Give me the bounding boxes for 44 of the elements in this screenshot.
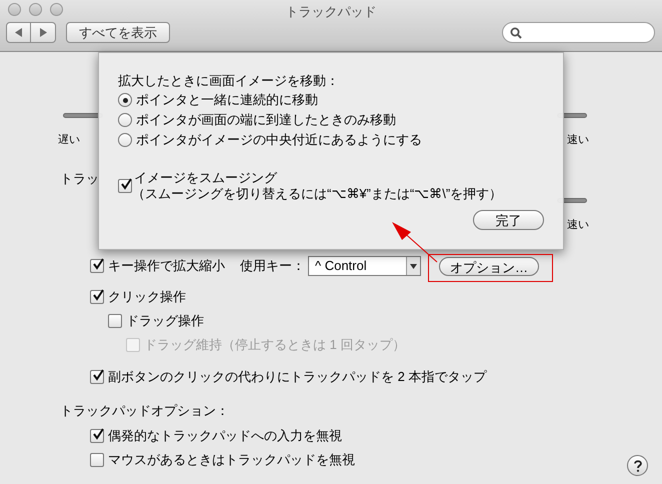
radio-button[interactable] — [118, 93, 132, 107]
shortcut-hint: （スムージングを切り替えるには“⌥⌘¥”または“⌥⌘\”を押す） — [132, 186, 502, 202]
fast-label: 速い — [567, 133, 589, 148]
checkbox[interactable] — [90, 370, 104, 384]
options-button[interactable]: オプション… — [439, 256, 539, 276]
search-field[interactable] — [502, 22, 655, 43]
checkbox[interactable] — [90, 429, 104, 443]
checkbox-label: ドラッグ操作 — [126, 312, 204, 330]
forward-button[interactable] — [31, 22, 56, 43]
checkbox[interactable] — [90, 453, 104, 467]
checkbox[interactable] — [90, 290, 104, 304]
annotation-arrow — [391, 220, 439, 264]
dropdown-arrow-icon — [410, 264, 417, 268]
done-button[interactable]: 完了 — [473, 210, 544, 230]
radio-label: ポインタが画面の端に到達したときのみ移動 — [136, 111, 396, 130]
radio-label: ポインタがイメージの中央付近にあるようにする — [136, 131, 422, 150]
checkbox-label: イメージをスムージング — [134, 170, 278, 186]
radio-button[interactable] — [118, 133, 132, 147]
section-heading: トラックパッドオプション： — [60, 402, 229, 420]
section-heading: トラッ — [60, 170, 99, 186]
checkbox-label: 副ボタンのクリックの代わりにトラックパッドを 2 本指でタップ — [108, 368, 486, 386]
fast-label: 速い — [567, 218, 589, 233]
checkbox-label: クリック操作 — [108, 288, 186, 306]
checkbox[interactable] — [118, 179, 132, 193]
checkbox[interactable] — [108, 314, 122, 328]
search-icon — [510, 26, 522, 38]
checkbox-label: 偶発的なトラックパッドへの入力を無視 — [108, 427, 342, 446]
right-triangle-icon — [39, 28, 47, 37]
sheet-heading: 拡大したときに画面イメージを移動： — [118, 72, 340, 90]
help-button[interactable] — [627, 455, 648, 476]
checkbox-label: キー操作で拡大縮小 — [108, 257, 226, 276]
slow-label: 遅い — [58, 133, 80, 148]
key-label: 使用キー： — [240, 257, 304, 276]
back-button[interactable] — [6, 22, 31, 43]
checkbox[interactable] — [90, 259, 104, 273]
radio-button[interactable] — [118, 113, 132, 127]
left-triangle-icon — [14, 28, 22, 37]
show-all-button[interactable]: すべてを表示 — [66, 22, 170, 43]
checkbox-label: マウスがあるときはトラックパッドを無視 — [108, 451, 355, 470]
window-title: トラックパッド — [286, 4, 376, 19]
checkbox-label: ドラッグ維持（停止するときは 1 回タップ） — [144, 336, 406, 354]
key-popup[interactable]: ^ Control — [308, 256, 421, 276]
question-mark-icon — [634, 460, 642, 472]
radio-label: ポインタと一緒に連続的に移動 — [136, 91, 318, 110]
